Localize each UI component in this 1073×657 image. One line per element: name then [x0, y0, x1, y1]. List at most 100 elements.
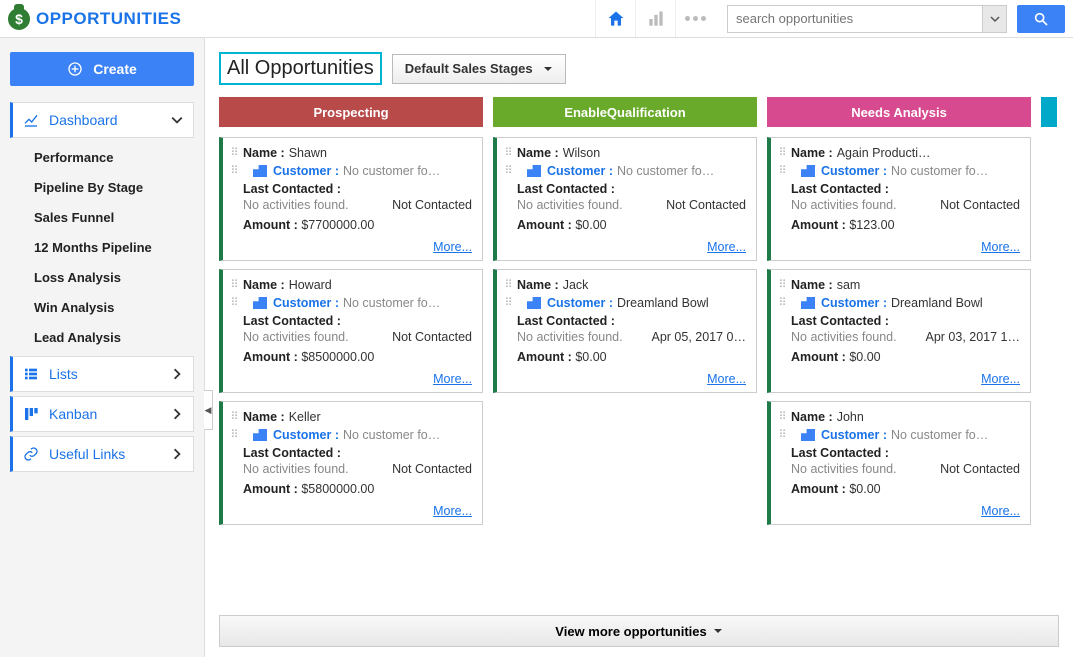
name-label: Name :	[243, 410, 285, 424]
chart-button[interactable]	[635, 0, 675, 37]
search-options-button[interactable]	[982, 6, 1006, 32]
building-icon	[801, 297, 815, 309]
search-button[interactable]	[1017, 5, 1065, 33]
kanban-column: EnableQualification ⠿ Name : Wilson ⠿ Cu…	[493, 97, 757, 525]
drag-handle-icon[interactable]: ⠿	[777, 431, 787, 439]
column-header: EnableQualification	[493, 97, 757, 127]
home-button[interactable]	[595, 0, 635, 37]
card-customer: Dreamland Bowl	[891, 296, 983, 310]
drag-handle-icon[interactable]: ⠿	[229, 167, 239, 175]
column-header: Prospecting	[219, 97, 483, 127]
customer-label: Customer :	[821, 296, 887, 310]
kanban-column	[1041, 97, 1057, 525]
money-bag-icon	[8, 8, 30, 30]
nav-lead-analysis[interactable]: Lead Analysis	[10, 322, 194, 352]
nav-sales-funnel[interactable]: Sales Funnel	[10, 202, 194, 232]
customer-label: Customer :	[821, 428, 887, 442]
building-icon	[253, 297, 267, 309]
drag-handle-icon[interactable]: ⠿	[777, 149, 787, 157]
drag-handle-icon[interactable]: ⠿	[777, 413, 787, 421]
opportunity-card[interactable]: ⠿ Name : Keller ⠿ Customer : No customer…	[219, 401, 483, 525]
drag-handle-icon[interactable]: ⠿	[229, 281, 239, 289]
chevron-right-icon	[171, 368, 183, 380]
search-box	[727, 5, 1007, 33]
drag-handle-icon[interactable]: ⠿	[503, 281, 513, 289]
nav-performance[interactable]: Performance	[10, 142, 194, 172]
opportunity-card[interactable]: ⠿ Name : John ⠿ Customer : No customer f…	[767, 401, 1031, 525]
card-activities: No activities found.	[243, 462, 386, 476]
drag-handle-icon[interactable]: ⠿	[229, 149, 239, 157]
opportunity-card[interactable]: ⠿ Name : Shawn ⠿ Customer : No customer …	[219, 137, 483, 261]
card-name: Shawn	[289, 146, 327, 160]
nav-12-months[interactable]: 12 Months Pipeline	[10, 232, 194, 262]
card-customer: No customer fo…	[343, 296, 440, 310]
kanban-board-scroll[interactable]: Prospecting ⠿ Name : Shawn ⠿ Customer : …	[219, 97, 1059, 609]
drag-handle-icon[interactable]: ⠿	[229, 413, 239, 421]
name-label: Name :	[243, 278, 285, 292]
bar-chart-icon	[646, 9, 666, 29]
card-amount: $123.00	[849, 218, 894, 232]
drag-handle-icon[interactable]: ⠿	[777, 299, 787, 307]
last-contacted-label: Last Contacted :	[243, 446, 341, 460]
create-label: Create	[93, 61, 137, 77]
nav-lists[interactable]: Lists	[10, 356, 194, 392]
nav-useful-links[interactable]: Useful Links	[10, 436, 194, 472]
kanban-column: Prospecting ⠿ Name : Shawn ⠿ Customer : …	[219, 97, 483, 525]
kanban-board-inner[interactable]: Prospecting ⠿ Name : Shawn ⠿ Customer : …	[219, 97, 1059, 575]
more-link[interactable]: More...	[777, 372, 1020, 386]
drag-handle-icon[interactable]: ⠿	[229, 431, 239, 439]
more-link[interactable]: More...	[777, 240, 1020, 254]
card-customer: No customer fo…	[891, 164, 988, 178]
nav-pipeline-stage[interactable]: Pipeline By Stage	[10, 172, 194, 202]
more-link[interactable]: More...	[229, 372, 472, 386]
card-customer: No customer fo…	[617, 164, 714, 178]
card-name: Keller	[289, 410, 321, 424]
last-contacted-label: Last Contacted :	[791, 314, 889, 328]
nav-loss-analysis[interactable]: Loss Analysis	[10, 262, 194, 292]
nav-win-analysis[interactable]: Win Analysis	[10, 292, 194, 322]
create-button[interactable]: Create	[10, 52, 194, 86]
opportunity-card[interactable]: ⠿ Name : sam ⠿ Customer : Dreamland Bowl…	[767, 269, 1031, 393]
amount-label: Amount :	[791, 482, 846, 496]
drag-handle-icon[interactable]: ⠿	[503, 149, 513, 157]
card-name: John	[837, 410, 864, 424]
search-input[interactable]	[728, 6, 982, 32]
drag-handle-icon[interactable]: ⠿	[503, 299, 513, 307]
opportunity-card[interactable]: ⠿ Name : Howard ⠿ Customer : No customer…	[219, 269, 483, 393]
chevron-down-icon	[990, 14, 1000, 24]
card-customer: Dreamland Bowl	[617, 296, 709, 310]
card-contact: Not Contacted	[666, 198, 746, 212]
nav-dashboard[interactable]: Dashboard	[10, 102, 194, 138]
stage-dropdown[interactable]: Default Sales Stages	[392, 54, 566, 84]
opportunity-card[interactable]: ⠿ Name : Jack ⠿ Customer : Dreamland Bow…	[493, 269, 757, 393]
card-name: sam	[837, 278, 861, 292]
chevron-right-icon	[171, 408, 183, 420]
content-header: All Opportunities Default Sales Stages	[219, 52, 1059, 85]
card-amount: $0.00	[575, 350, 606, 364]
drag-handle-icon[interactable]: ⠿	[503, 167, 513, 175]
collapse-sidebar-button[interactable]: ◀	[204, 390, 213, 430]
name-label: Name :	[243, 146, 285, 160]
more-link[interactable]: More...	[503, 372, 746, 386]
amount-label: Amount :	[791, 218, 846, 232]
more-link[interactable]: More...	[777, 504, 1020, 518]
column-header	[1041, 97, 1057, 127]
opportunity-card[interactable]: ⠿ Name : Again Producti… ⠿ Customer : No…	[767, 137, 1031, 261]
nav-kanban[interactable]: Kanban	[10, 396, 194, 432]
card-amount: $5800000.00	[301, 482, 374, 496]
opportunity-card[interactable]: ⠿ Name : Wilson ⠿ Customer : No customer…	[493, 137, 757, 261]
building-icon	[801, 429, 815, 441]
view-more-label: View more opportunities	[555, 624, 706, 639]
drag-handle-icon[interactable]: ⠿	[229, 299, 239, 307]
more-link[interactable]: More...	[503, 240, 746, 254]
view-more-button[interactable]: View more opportunities	[219, 615, 1059, 647]
more-link[interactable]: More...	[229, 504, 472, 518]
drag-handle-icon[interactable]: ⠿	[777, 281, 787, 289]
card-activities: No activities found.	[791, 198, 934, 212]
card-contact: Not Contacted	[392, 330, 472, 344]
more-link[interactable]: More...	[229, 240, 472, 254]
drag-handle-icon[interactable]: ⠿	[777, 167, 787, 175]
more-button[interactable]	[675, 0, 715, 37]
card-contact: Not Contacted	[940, 198, 1020, 212]
card-amount: $0.00	[849, 350, 880, 364]
